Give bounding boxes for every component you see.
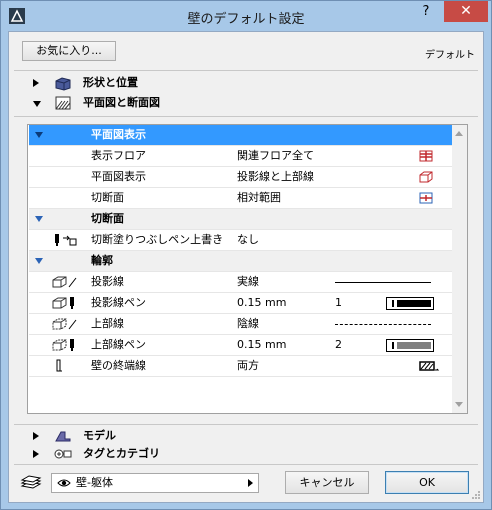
section-shape-position[interactable]: 形状と位置 <box>83 74 138 92</box>
group-cut-surfaces[interactable]: 切断面 <box>29 209 452 230</box>
group-plan-display[interactable]: 平面図表示 <box>29 125 452 146</box>
solid-line-sample <box>335 282 431 283</box>
divider <box>14 424 478 425</box>
row-name: 平面図表示 <box>91 170 146 183</box>
expand-model-icon[interactable] <box>33 432 39 440</box>
model-icon <box>55 431 71 442</box>
pen-swatch-mark <box>392 300 394 307</box>
group-label: 輪郭 <box>91 254 113 267</box>
row-name: 上部線ペン <box>91 338 146 351</box>
row-name: 投影線ペン <box>91 296 146 309</box>
scroll-down-icon[interactable] <box>455 402 463 407</box>
dashed-line-sample <box>335 324 431 325</box>
eye-icon <box>57 479 71 487</box>
row-value: 0.15 mm <box>237 338 287 351</box>
overhead-pen-icon <box>52 339 74 351</box>
section-plan-section[interactable]: 平面図と断面図 <box>83 94 160 112</box>
collapse-plan-section-icon[interactable] <box>33 101 41 107</box>
list-item[interactable]: 上部線ペン 0.15 mm 2 <box>29 335 452 356</box>
row-name: 投影線 <box>91 275 124 288</box>
pen-number: 2 <box>335 338 342 351</box>
collapse-triangle-icon[interactable] <box>35 216 43 222</box>
row-name: 切断塗りつぶしペン上書き <box>91 233 224 246</box>
wall-end-line-icon <box>56 359 62 372</box>
row-value: 関連フロア全て <box>237 149 314 162</box>
help-button[interactable]: ? <box>413 1 439 23</box>
plan-section-icon <box>55 96 71 110</box>
list-item[interactable]: 投影線 実線 <box>29 272 452 293</box>
projected-line-icon <box>52 276 77 288</box>
collapse-triangle-icon[interactable] <box>35 258 43 264</box>
list-item[interactable]: 切断塗りつぶしペン上書き なし <box>29 230 452 251</box>
projected-overhead-icon <box>419 171 433 183</box>
expand-shape-position-icon[interactable] <box>33 79 39 87</box>
row-value: なし <box>237 233 259 246</box>
list-item[interactable]: 平面図表示 投影線と上部線 <box>29 167 452 188</box>
favorites-button[interactable]: お気に入り... <box>22 41 116 61</box>
title-bar: 壁のデフォルト設定 ? ✕ <box>1 1 491 31</box>
ok-button[interactable]: OK <box>385 471 469 494</box>
list-item[interactable]: 投影線ペン 0.15 mm 1 <box>29 293 452 314</box>
row-name: 表示フロア <box>91 149 146 162</box>
list-item[interactable]: 上部線 陰線 <box>29 314 452 335</box>
pen-number: 1 <box>335 296 342 309</box>
chevron-right-icon <box>248 479 253 487</box>
floor-stack-icon <box>419 150 433 162</box>
pen-swatch-mark <box>392 342 394 349</box>
layer-dropdown[interactable]: 壁-躯体 <box>51 473 259 493</box>
row-value: 両方 <box>237 359 259 372</box>
divider <box>14 464 478 465</box>
list-item[interactable]: 表示フロア 関連フロア全て <box>29 146 452 167</box>
section-model[interactable]: モデル <box>83 427 116 445</box>
wall-box-icon <box>55 77 71 91</box>
row-name: 上部線 <box>91 317 124 330</box>
resize-grip-icon[interactable] <box>471 490 481 500</box>
dialog-body: お気に入り... デフォルト 形状と位置 平面図と断面図 平面図表示 表示フロア <box>8 31 484 503</box>
pen-color-fill <box>397 300 431 307</box>
row-value: 相対範囲 <box>237 191 281 204</box>
pen-color-fill <box>397 342 431 349</box>
relative-range-icon <box>419 192 433 204</box>
group-outlines[interactable]: 輪郭 <box>29 251 452 272</box>
dialog-window: 壁のデフォルト設定 ? ✕ お気に入り... デフォルト 形状と位置 平面図と断… <box>0 0 492 510</box>
list-item[interactable]: 切断面 相対範囲 <box>29 188 452 209</box>
group-label: 平面図表示 <box>91 128 146 141</box>
row-value: 0.15 mm <box>237 296 287 309</box>
projected-pen-icon <box>52 297 74 309</box>
expand-tags-categories-icon[interactable] <box>33 450 39 458</box>
pen-swatch[interactable] <box>386 297 434 310</box>
cancel-button[interactable]: キャンセル <box>285 471 369 494</box>
default-label: デフォルト <box>425 50 475 61</box>
collapse-triangle-icon[interactable] <box>35 132 43 138</box>
pen-swatch[interactable] <box>386 339 434 352</box>
divider <box>14 70 478 71</box>
overhead-line-icon <box>52 318 77 330</box>
row-value: 投影線と上部線 <box>237 170 314 183</box>
settings-list: 平面図表示 表示フロア 関連フロア全て 平面図表示 投影線と上部線 切断面 相対… <box>27 124 468 414</box>
end-line-both-icon <box>419 361 440 371</box>
layers-icon <box>20 475 42 489</box>
row-name: 切断面 <box>91 191 124 204</box>
divider <box>14 116 478 117</box>
scroll-up-icon[interactable] <box>455 131 463 136</box>
row-value: 実線 <box>237 275 259 288</box>
pen-override-icon <box>55 234 77 246</box>
row-value: 陰線 <box>237 317 259 330</box>
tag-category-icon <box>54 449 72 459</box>
list-scrollbar[interactable] <box>452 125 467 413</box>
list-item[interactable]: 壁の終端線 両方 <box>29 356 452 377</box>
layer-value: 壁-躯体 <box>76 476 113 489</box>
group-label: 切断面 <box>91 212 124 225</box>
close-button[interactable]: ✕ <box>444 1 488 22</box>
section-tags-categories[interactable]: タグとカテゴリ <box>83 445 160 463</box>
row-name: 壁の終端線 <box>91 359 146 372</box>
